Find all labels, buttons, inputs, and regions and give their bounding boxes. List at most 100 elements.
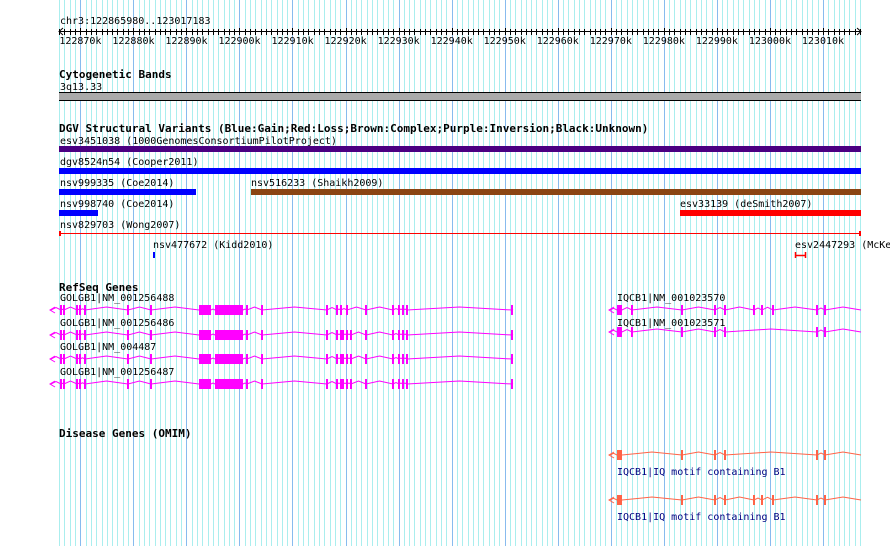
gene-exon [681, 495, 683, 505]
gene-exon [761, 495, 763, 505]
gene-exon [398, 379, 400, 389]
gene-exon [150, 379, 152, 389]
gene-exon [79, 354, 81, 364]
dgv-feature-bar[interactable] [59, 168, 861, 174]
gene-exon [326, 354, 328, 364]
cytoband-label: 3q13.33 [60, 82, 102, 93]
gene-exon [336, 379, 338, 389]
refseq-gene[interactable]: GOLGB1|NM_001256486 [49, 318, 514, 340]
dgv-feature-label: nsv999335 (Coe2014) [60, 178, 174, 189]
dgv-feature[interactable]: dgv8524n54 (Cooper2011) [59, 157, 861, 174]
dgv-feature-label: nsv516233 (Shaikh2009) [251, 178, 383, 189]
dgv-feature-bar[interactable] [680, 210, 861, 216]
gene-exon-block [617, 450, 622, 460]
gene-exon [724, 495, 726, 505]
gene-exon [127, 330, 129, 340]
gene-exon [511, 354, 513, 364]
gene-intron-line [50, 355, 514, 360]
gene-exon [340, 330, 342, 340]
ruler-tick-label: 122970k [590, 36, 632, 47]
gene-exon [681, 450, 683, 460]
refseq-gene[interactable]: GOLGB1|NM_001256487 [49, 367, 514, 389]
gene-exon [365, 330, 367, 340]
gene-exon [511, 330, 513, 340]
gene-exon [816, 305, 818, 315]
gene-exon [724, 450, 726, 460]
gene-exon [724, 305, 726, 315]
omim-gene-label: IQCB1|IQ motif containing B1 [617, 512, 786, 523]
gene-exon [76, 354, 78, 364]
gene-exon [84, 354, 86, 364]
gene-exon [261, 330, 263, 340]
refseq-track: GOLGB1|NM_001256488 GOLGB1|NM_001256486 GO… [49, 293, 862, 389]
dgv-feature[interactable]: esv33139 (deSmith2007) [680, 199, 861, 216]
gene-exon-block [617, 305, 622, 315]
dgv-feature-bar[interactable] [153, 252, 155, 258]
gene-exon [402, 379, 404, 389]
gene-exon [824, 327, 826, 337]
gene-exon [79, 379, 81, 389]
dgv-feature[interactable]: nsv999335 (Coe2014) [59, 178, 196, 195]
gene-exon [402, 330, 404, 340]
cytoband-bar[interactable] [59, 92, 861, 101]
gene-exon [753, 305, 755, 315]
omim-gene-label: IQCB1|IQ motif containing B1 [617, 467, 786, 478]
ruler-tick-label: 122880k [112, 36, 154, 47]
gene-exon [714, 450, 716, 460]
gene-exon [63, 354, 65, 364]
refseq-gene[interactable]: GOLGB1|NM_001256488 [49, 293, 514, 315]
gene-label: GOLGB1|NM_004487 [60, 342, 156, 353]
track-title-cytogenetic-bands: Cytogenetic Bands [59, 68, 172, 81]
gene-exon-block [199, 330, 211, 340]
strand-arrow-icon [49, 306, 56, 314]
gene-exon [127, 354, 129, 364]
gene-exon [60, 379, 62, 389]
gene-label: IQCB1|NM_001023571 [617, 318, 725, 329]
genome-browser-panel[interactable]: chr3:122865980..123017183 122870k 122880k… [0, 0, 890, 546]
gene-exon [79, 330, 81, 340]
gene-exon [84, 305, 86, 315]
ruler-tick-label: 122920k [325, 36, 367, 47]
gene-exon [261, 354, 263, 364]
gene-exon [365, 305, 367, 315]
gene-exon [392, 330, 394, 340]
ruler-tick-label: 123010k [802, 36, 844, 47]
dgv-feature-label: nsv829703 (Wong2007) [60, 220, 180, 231]
gene-exon [336, 305, 338, 315]
refseq-gene[interactable]: GOLGB1|NM_004487 [49, 342, 514, 364]
gene-exon [63, 379, 65, 389]
gene-exon [406, 379, 408, 389]
gene-exon [76, 379, 78, 389]
dgv-feature[interactable]: esv2447293 (McKe [794, 240, 890, 258]
gene-intron-line [50, 331, 514, 336]
dgv-feature-bar[interactable] [59, 146, 861, 152]
ruler-tick-label: 123000k [749, 36, 791, 47]
dgv-feature-bar[interactable] [59, 189, 196, 195]
gene-intron-line [50, 380, 514, 385]
dgv-feature[interactable]: nsv516233 (Shaikh2009) [251, 178, 861, 195]
dgv-feature-bar[interactable] [59, 210, 98, 216]
gene-exon [326, 379, 328, 389]
gene-exon-block [215, 379, 243, 389]
dgv-feature[interactable]: nsv829703 (Wong2007) [59, 220, 861, 236]
dgv-feature-bar[interactable] [251, 189, 861, 195]
gene-exon [365, 354, 367, 364]
gene-exon [340, 305, 342, 315]
gene-exon [342, 379, 344, 389]
gene-exon [60, 305, 62, 315]
ruler[interactable]: 122870k 122880k 122890k 122900k 122910k 12292… [58, 27, 862, 47]
dgv-feature-label: nsv998740 (Coe2014) [60, 199, 174, 210]
gene-exon [816, 450, 818, 460]
gene-label: IQCB1|NM_001023570 [617, 293, 725, 304]
gene-exon [772, 305, 774, 315]
dgv-feature[interactable]: nsv998740 (Coe2014) [59, 199, 174, 216]
strand-arrow-icon [49, 355, 56, 363]
ruler-tick-label: 122960k [537, 36, 579, 47]
dgv-feature-label: esv2447293 (McKe [795, 240, 890, 251]
track-title-dgv: DGV Structural Variants (Blue:Gain;Red:L… [59, 122, 648, 135]
gene-exon [350, 330, 352, 340]
gene-exon [714, 305, 716, 315]
gene-label: GOLGB1|NM_001256486 [60, 318, 174, 329]
dgv-feature[interactable]: esv3451038 (1000GenomesConsortiumPilotPr… [59, 136, 861, 152]
ruler-tick-label: 122930k [378, 36, 420, 47]
